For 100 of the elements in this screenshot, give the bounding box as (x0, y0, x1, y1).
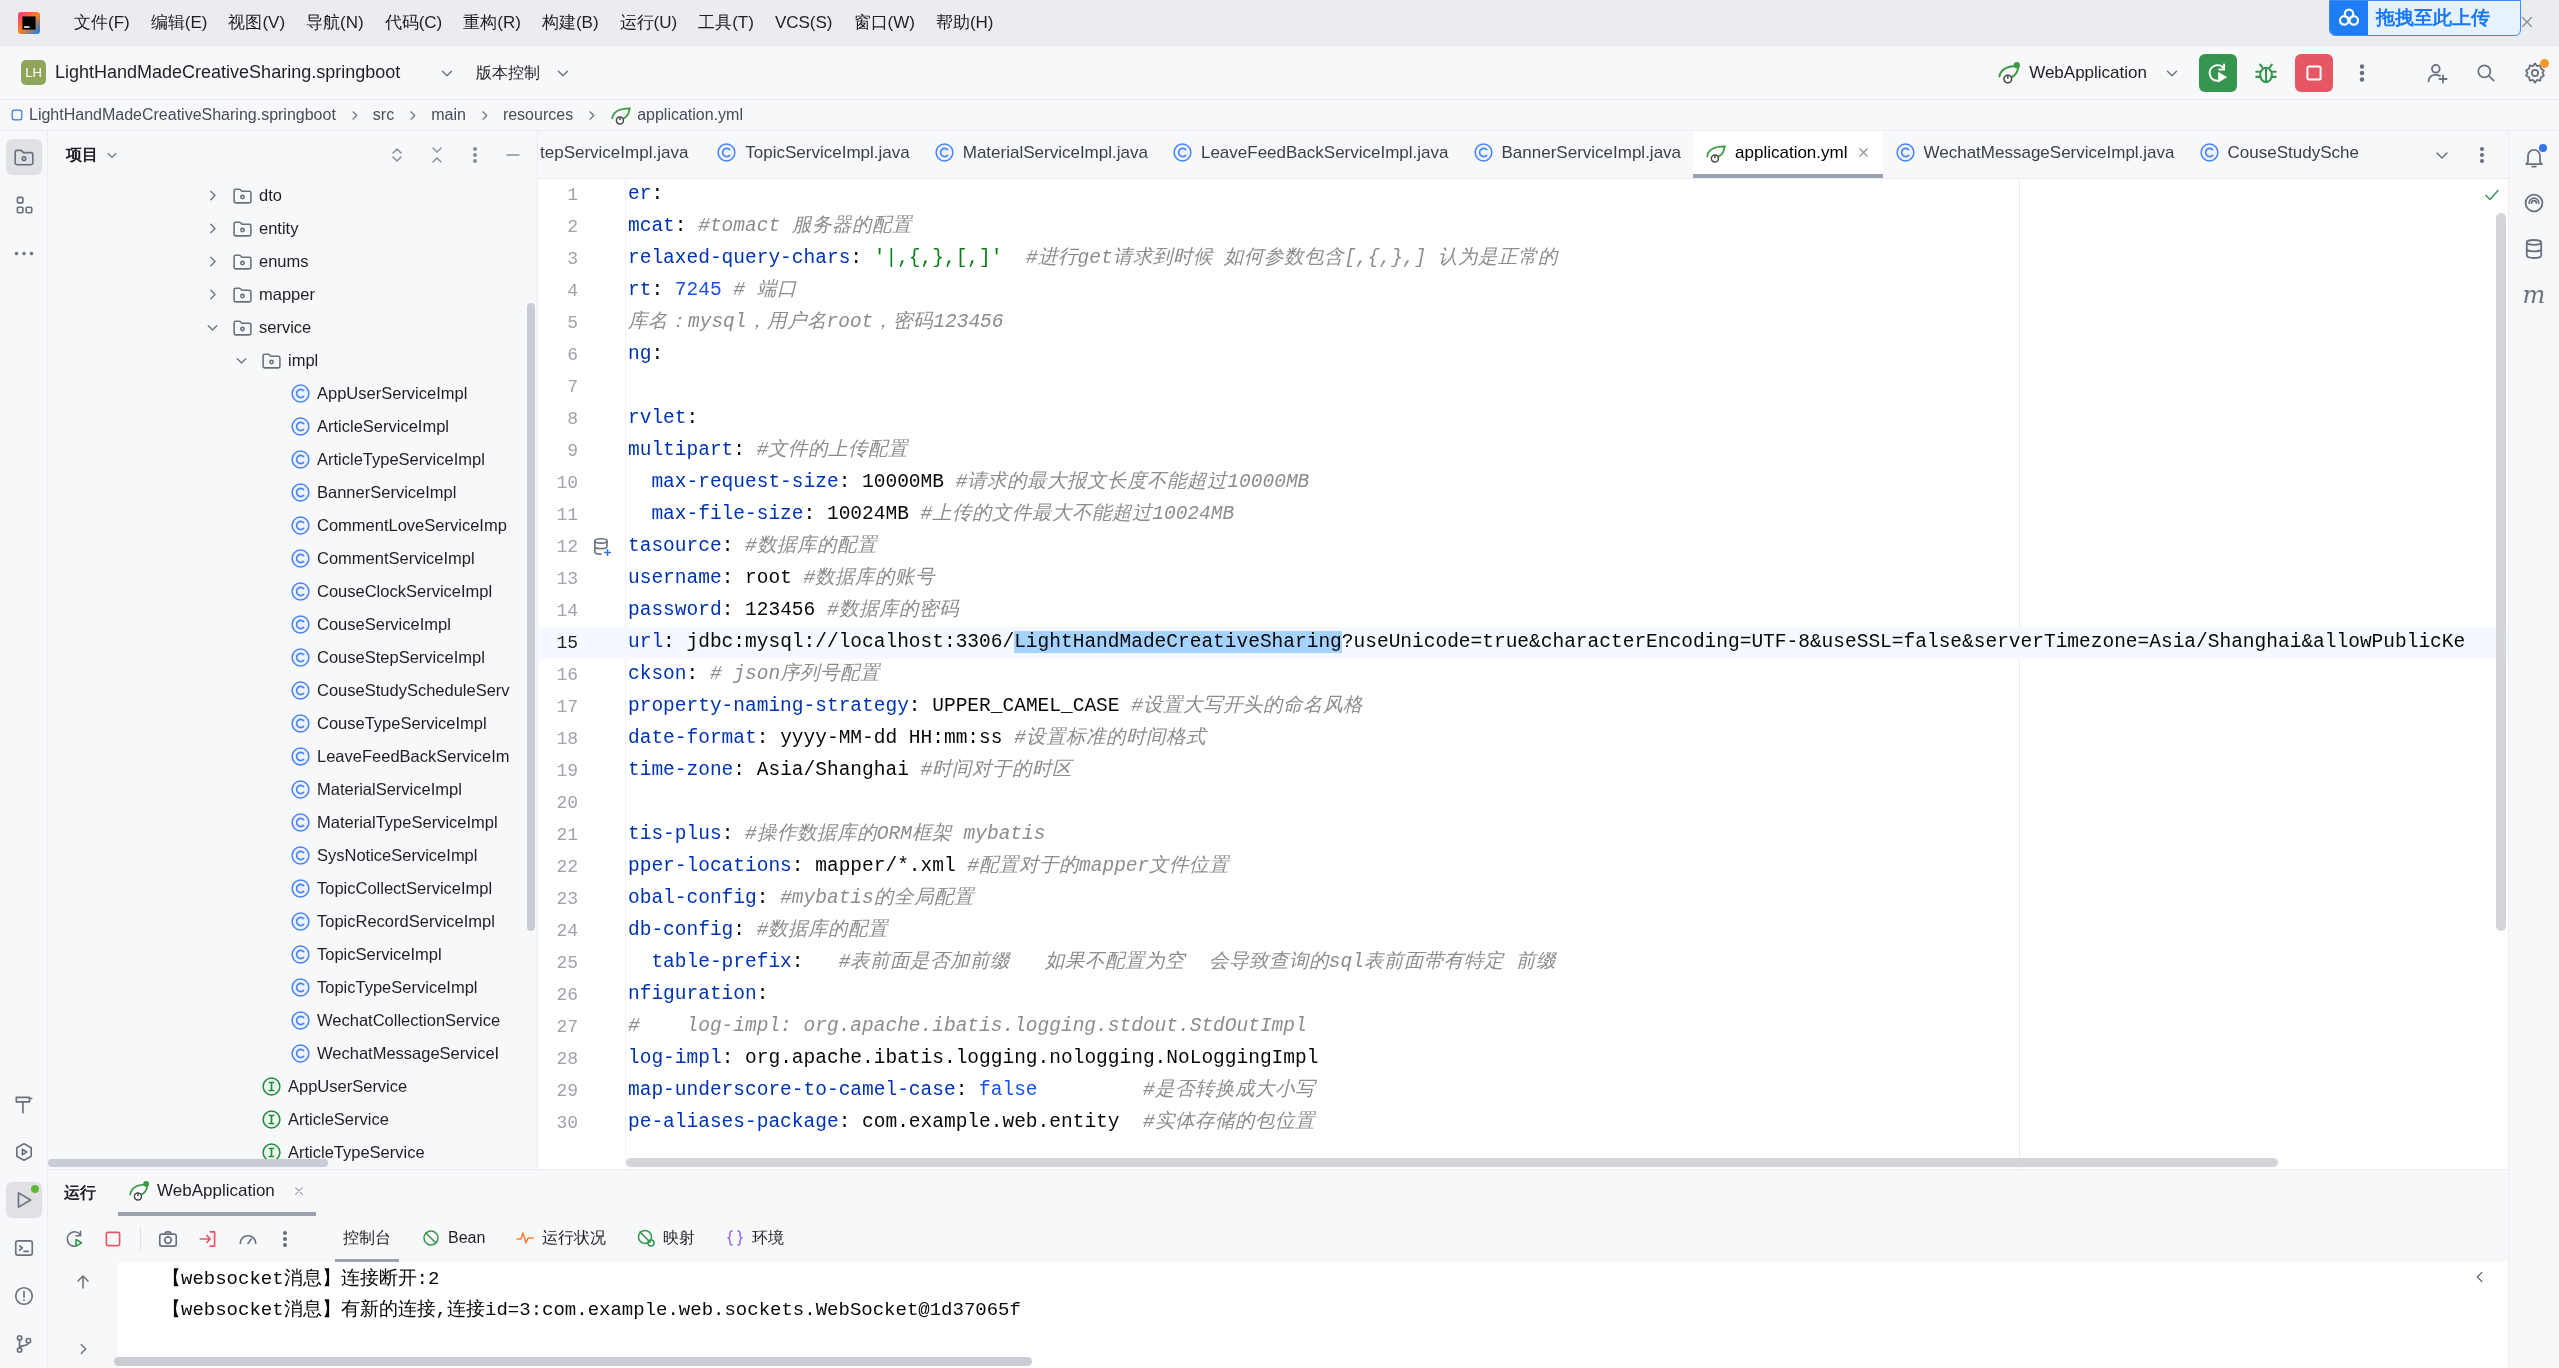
maven-tool-button[interactable]: m (2522, 283, 2546, 307)
settings-icon[interactable] (2523, 60, 2547, 85)
tree-item[interactable]: MaterialTypeServiceImpl (48, 806, 537, 839)
breadcrumb-item[interactable]: src (372, 103, 395, 127)
editor-tab[interactable]: WechatMessageServiceImpl.java (1882, 131, 2187, 178)
scrollbar-thumb[interactable] (527, 303, 535, 931)
tree-item[interactable]: CommentLoveServiceImp (48, 509, 537, 542)
tree-item[interactable]: SysNoticeServiceImpl (48, 839, 537, 872)
tree-item[interactable]: mapper (48, 278, 537, 311)
run-tool-button[interactable] (5, 1182, 42, 1218)
line-number: 3 (566, 247, 578, 271)
app-logo-icon[interactable] (18, 12, 40, 34)
panel-tab[interactable]: 运行状况 (507, 1216, 615, 1262)
tree-item[interactable]: dto (48, 179, 537, 212)
upload-label: 拖拽至此上传 (2376, 5, 2490, 30)
spring-file-icon (1997, 60, 2022, 85)
stop-button[interactable] (2295, 53, 2333, 92)
line-number: 4 (566, 279, 578, 303)
tree-item[interactable]: LeaveFeedBackServiceIm (48, 740, 537, 773)
editor-tab[interactable]: application.yml (1693, 131, 1883, 178)
tree-item[interactable]: WechatCollectionService (48, 1004, 537, 1037)
scrollbar-thumb[interactable] (626, 1158, 2278, 1167)
tree-item[interactable]: ArticleServiceImpl (48, 410, 537, 443)
menu-item[interactable]: 导航(N) (306, 10, 364, 36)
class-icon (290, 746, 311, 767)
menu-item[interactable]: 编辑(E) (150, 10, 208, 36)
database-icon[interactable] (591, 536, 613, 558)
breadcrumb-item[interactable]: resources (502, 103, 574, 127)
project-selector[interactable]: LightHandMadeCreativeSharing.springboot (55, 59, 401, 86)
folder-icon (232, 284, 253, 305)
code-line: # log-impl: org.apache.ibatis.logging.stdout.StdOutImpl (628, 1014, 1307, 1040)
breadcrumb-item[interactable]: main (431, 103, 466, 127)
vcs-menu[interactable]: 版本控制 (476, 60, 541, 85)
editor-tab[interactable]: MaterialServiceImpl.java (921, 131, 1160, 178)
rerun-button[interactable] (2199, 53, 2237, 92)
tree-item[interactable]: CouseTypeServiceImpl (48, 707, 537, 740)
scrollbar-thumb[interactable] (114, 1357, 1032, 1366)
class-icon (290, 977, 311, 998)
tree-item[interactable]: TopicServiceImpl (48, 938, 537, 971)
code-line: pe-aliases-package: com.example.web.entity #实体存储的包位置 (628, 1109, 1315, 1136)
tree-item[interactable]: AppUserService (48, 1070, 537, 1103)
line-number: 15 (555, 631, 578, 655)
tree-item[interactable]: CouseClockServiceImpl (48, 575, 537, 608)
tree-item[interactable]: ArticleTypeServiceImpl (48, 443, 537, 476)
tree-item[interactable]: TopicTypeServiceImpl (48, 971, 537, 1004)
panel-tab[interactable]: 环境 (717, 1216, 793, 1262)
menu-item[interactable]: 视图(V) (228, 10, 286, 36)
scrollbar-thumb[interactable] (2496, 213, 2506, 931)
assistant-icon[interactable] (2522, 191, 2546, 215)
breadcrumb-item[interactable]: application.yml (637, 103, 743, 127)
tree-item[interactable]: service (48, 311, 537, 344)
tree-item[interactable]: BannerServiceImpl (48, 476, 537, 509)
menu-item[interactable]: 工具(T) (698, 10, 754, 36)
upload-widget[interactable]: 拖拽至此上传 (2329, 0, 2521, 36)
line-number: 5 (566, 311, 578, 335)
code-line: max-request-size: 10000MB #请求的最大报文长度不能超过10000MB (650, 469, 1310, 496)
bean-icon (421, 1227, 441, 1248)
menu-item[interactable]: 重构(R) (463, 10, 521, 36)
tree-item[interactable]: entity (48, 212, 537, 245)
menu-item[interactable]: 代码(C) (384, 10, 443, 36)
editor-tab[interactable]: TopicServiceImpl.java (704, 131, 922, 178)
folder-tool-button[interactable] (5, 139, 42, 175)
tree-item[interactable]: CouseStudyScheduleServ (48, 674, 537, 707)
panel-tab[interactable]: Bean (413, 1216, 494, 1262)
tree-item[interactable]: impl (48, 344, 537, 377)
tree-item[interactable]: AppUserServiceImpl (48, 377, 537, 410)
tree-item[interactable]: TopicCollectServiceImpl (48, 872, 537, 905)
tree-item[interactable]: ArticleService (48, 1103, 537, 1136)
code-line: relaxed-query-chars: '|,{,},[,]' #进行get请求到时候 如何参数包含[,{,},] 认为是正常的 (628, 246, 1558, 272)
editor-tab[interactable]: BannerServiceImpl.java (1460, 131, 1694, 178)
tree-item[interactable]: MaterialServiceImpl (48, 773, 537, 806)
tree-item[interactable]: WechatMessageServiceI (48, 1037, 537, 1070)
line-number: 20 (555, 791, 578, 815)
tree-item[interactable]: CommentServiceImpl (48, 542, 537, 575)
run-tab[interactable]: WebApplication (118, 1170, 316, 1216)
line-number: 25 (555, 951, 578, 975)
breadcrumb-item[interactable]: LightHandMadeCreativeSharing.springboot (29, 103, 336, 127)
code-line: rt: 7245 # 端口 (628, 278, 797, 304)
editor-tab[interactable]: LeaveFeedBackServiceImpl.java (1159, 131, 1461, 178)
panel-tab[interactable]: 映射 (628, 1216, 704, 1262)
menu-item[interactable]: 帮助(H) (935, 10, 994, 36)
run-config-selector[interactable]: WebApplication (2029, 59, 2147, 86)
search-icon[interactable] (2475, 61, 2497, 84)
camera-icon[interactable] (157, 1228, 179, 1250)
folder-icon (232, 317, 253, 338)
tree-item[interactable]: enums (48, 245, 537, 278)
tree-item[interactable]: CouseServiceImpl (48, 608, 537, 641)
editor-tab[interactable]: tepServiceImpl.java (538, 131, 705, 178)
menu-item[interactable]: 构建(B) (541, 10, 599, 36)
menu-item[interactable]: 文件(F) (74, 10, 130, 36)
menu-item[interactable]: 窗口(W) (853, 10, 915, 36)
panel-title[interactable]: 项目 (66, 143, 98, 167)
menu-item[interactable]: 运行(U) (619, 10, 678, 36)
tree-item[interactable]: CouseStepServiceImpl (48, 641, 537, 674)
menu-item[interactable]: VCS(S) (774, 10, 833, 36)
editor-tab[interactable]: CouseStudySche (2186, 131, 2371, 178)
code-line: username: root #数据库的账号 (628, 565, 936, 592)
problems-icon (12, 1285, 35, 1307)
tree-item[interactable]: TopicRecordServiceImpl (48, 905, 537, 938)
scrollbar-thumb[interactable] (48, 1159, 328, 1167)
